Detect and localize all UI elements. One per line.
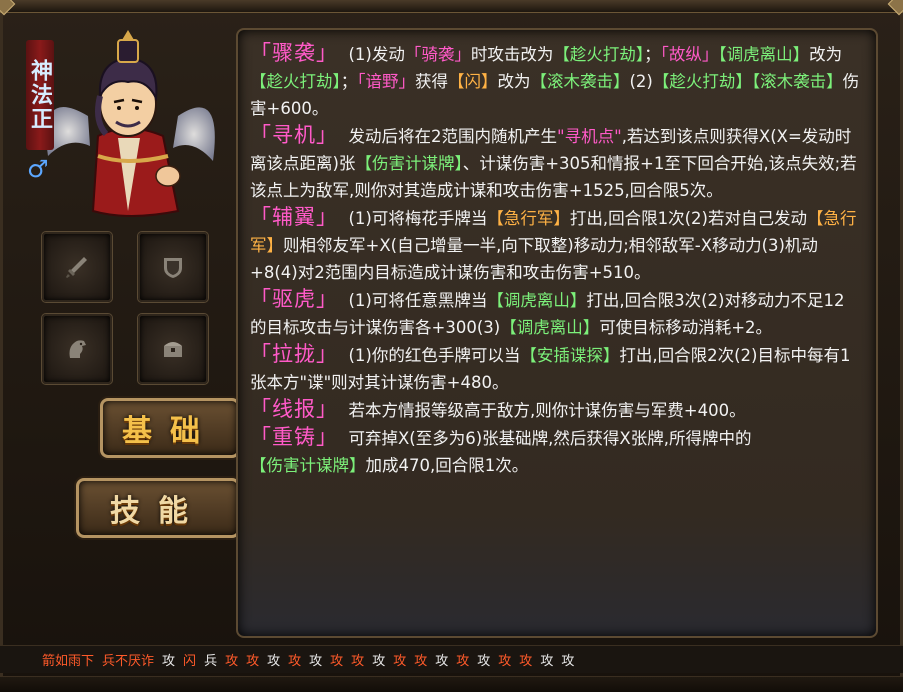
hand-card[interactable]: 兵 xyxy=(204,650,217,669)
skill-keyword: 【趁火打劫】 xyxy=(652,72,752,91)
horse-icon xyxy=(69,340,86,358)
skill-text: (1)可将任意黑牌当 xyxy=(348,291,488,310)
skill-keyword: 「故纵」 xyxy=(660,45,719,64)
hand-card[interactable]: 攻 xyxy=(162,650,175,669)
skill-keyword: 【调虎离山】 xyxy=(487,291,587,310)
skill-text: (1)你的红色手牌可以当 xyxy=(348,346,521,365)
hand-card[interactable]: 攻 xyxy=(246,650,259,669)
skill-keyword: 【趁火打劫】 xyxy=(250,72,341,91)
skill-keyword: 【趁火打劫】 xyxy=(553,45,645,64)
weapon-slot[interactable] xyxy=(42,232,112,302)
skill-text: 改为 xyxy=(809,45,843,64)
shield-icon xyxy=(164,258,182,278)
skill-keyword: 【调虎离山】 xyxy=(718,45,810,64)
skill-text: (2) xyxy=(629,72,653,91)
hand-card[interactable]: 攻 xyxy=(267,650,280,669)
skill-text: ； xyxy=(644,45,661,64)
treasure-icon xyxy=(164,342,182,357)
skill-keyword: "寻机点" xyxy=(557,127,622,146)
hand-card-bar: 箭如雨下 兵不厌诈攻闪兵攻攻攻攻攻攻攻攻攻攻攻攻攻攻攻攻攻 xyxy=(0,645,903,673)
hand-card[interactable]: 攻 xyxy=(435,650,448,669)
skill-name[interactable]: 「重铸」 xyxy=(250,425,338,449)
skill-text: 打出,回合限1次(2)若对自己发动 xyxy=(569,209,807,228)
skill-entry: 「重铸」 可弃掉X(至多为6)张基础牌,然后获得X张牌,所得牌中的【伤害计谋牌】… xyxy=(250,424,860,479)
hand-card[interactable]: 闪 xyxy=(183,650,196,669)
sword-icon xyxy=(66,257,87,278)
hand-card[interactable]: 攻 xyxy=(372,650,385,669)
skill-keyword: 【闪】 xyxy=(448,72,498,91)
mount-slot[interactable] xyxy=(42,314,112,384)
window-top-border xyxy=(0,0,903,16)
skill-text: 加成470,回合限1次。 xyxy=(365,456,529,475)
skill-keyword: 【急行军】 xyxy=(487,209,570,228)
skill-entry: 「寻机」 发动后将在2范围内随机产生"寻机点",若达到该点则获得X(X=发动时离… xyxy=(250,122,860,204)
hand-card[interactable]: 攻 xyxy=(498,650,511,669)
skill-name[interactable]: 「线报」 xyxy=(250,397,338,421)
skill-entry: 「辅翼」 (1)可将梅花手牌当【急行军】打出,回合限1次(2)若对自己发动【急行… xyxy=(250,204,860,286)
skill-text: 获得 xyxy=(415,72,448,91)
skill-entry: 「拉拢」 (1)你的红色手牌可以当【安插谍探】打出,回合限2次(2)目标中每有1… xyxy=(250,341,860,396)
skill-text: 发动后将在2范围内随机产生 xyxy=(348,127,558,146)
window-bottom-border xyxy=(0,676,903,692)
hand-card[interactable]: 攻 xyxy=(288,650,301,669)
hand-card[interactable]: 攻 xyxy=(477,650,490,669)
hand-card[interactable]: 攻 xyxy=(414,650,427,669)
skill-description-panel: 「骤袭」 (1)发动「骑袭」时攻击改为【趁火打劫】；「故纵」【调虎离山】改为【趁… xyxy=(236,28,878,638)
hand-card[interactable]: 攻 xyxy=(561,650,574,669)
skill-text: 若本方情报等级高于敌方,则你计谋伤害与军费+400。 xyxy=(348,401,746,420)
skill-text: 时攻击改为 xyxy=(470,45,554,64)
skill-text: 改为 xyxy=(497,72,531,91)
skill-name[interactable]: 「拉拢」 xyxy=(250,342,338,366)
skill-text: 可弃掉X(至多为6)张基础牌,然后获得X张牌,所得牌中的 xyxy=(348,429,752,448)
skill-keyword: 【滚木袭击】 xyxy=(751,72,843,91)
skill-entry: 「线报」 若本方情报等级高于敌方,则你计谋伤害与军费+400。 xyxy=(250,396,860,424)
character-portrait xyxy=(46,30,215,217)
skill-keyword: 「骑袭」 xyxy=(404,45,471,64)
skill-entry: 「骤袭」 (1)发动「骑袭」时攻击改为【趁火打劫】；「故纵」【调虎离山】改为【趁… xyxy=(250,40,860,122)
skill-text: (1)发动 xyxy=(348,45,405,64)
skill-text: 可使目标移动消耗+2。 xyxy=(599,318,773,337)
armor-slot[interactable] xyxy=(138,232,208,302)
skill-keyword: 【伤害计谋牌】 xyxy=(355,154,463,173)
tab-skills[interactable]: 技能 xyxy=(76,478,240,538)
hand-card[interactable]: 攻 xyxy=(330,650,343,669)
character-name: 神法正 xyxy=(26,40,54,150)
male-gender-icon: ♂ xyxy=(27,155,49,183)
skill-text: (1)可将梅花手牌当 xyxy=(348,209,488,228)
treasure-slot[interactable] xyxy=(138,314,208,384)
skill-name[interactable]: 「辅翼」 xyxy=(250,205,338,229)
hand-card[interactable]: 攻 xyxy=(540,650,553,669)
skill-entry: 「驱虎」 (1)可将任意黑牌当【调虎离山】打出,回合限3次(2)对移动力不足12… xyxy=(250,286,860,341)
skill-keyword: 【伤害计谋牌】 xyxy=(250,456,366,475)
tab-basic[interactable]: 基础 xyxy=(100,398,240,458)
hand-card[interactable]: 箭如雨下 xyxy=(42,650,94,669)
skill-name[interactable]: 「骤袭」 xyxy=(250,41,338,65)
hand-card[interactable]: 攻 xyxy=(351,650,364,669)
hand-card[interactable]: 攻 xyxy=(519,650,532,669)
hand-card[interactable]: 攻 xyxy=(393,650,406,669)
skill-name[interactable]: 「驱虎」 xyxy=(250,287,338,311)
hand-card[interactable]: 攻 xyxy=(225,650,238,669)
skill-keyword: 【滚木袭击】 xyxy=(530,72,630,91)
skill-text: 则相邻友军+X(自己增量一半,向下取整)移动力;相邻敌军-X移动力(3)机动+8… xyxy=(250,236,818,282)
skill-keyword: 【调虎离山】 xyxy=(500,318,600,337)
hand-card[interactable]: 攻 xyxy=(309,650,322,669)
hand-card[interactable]: 兵不厌诈 xyxy=(102,650,154,669)
skill-keyword: 「谙野」 xyxy=(357,72,415,91)
hand-card[interactable]: 攻 xyxy=(456,650,469,669)
skill-name[interactable]: 「寻机」 xyxy=(250,123,338,147)
skill-text: ； xyxy=(340,72,358,91)
skill-keyword: 【安插谍探】 xyxy=(520,346,620,365)
